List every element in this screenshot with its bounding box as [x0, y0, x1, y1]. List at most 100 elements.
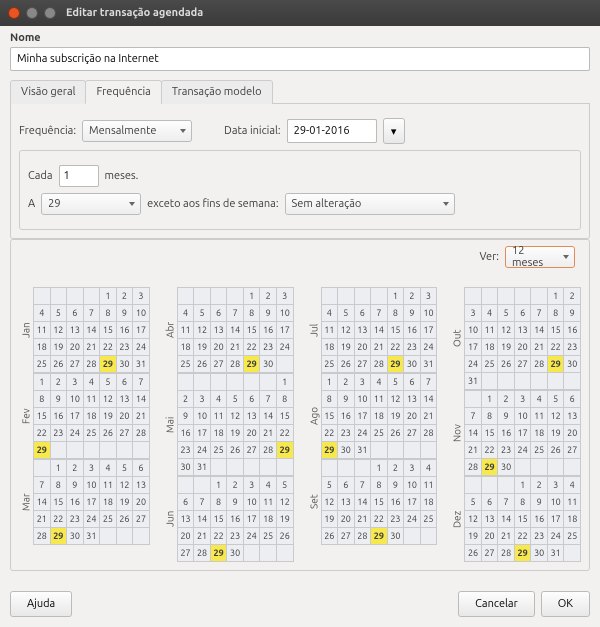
calendar-day — [210, 374, 227, 391]
calendar-day: 19 — [227, 425, 244, 442]
calendar-day: 8 — [210, 494, 227, 511]
calendar-day: 31 — [194, 459, 211, 476]
month-calendar: 1234567891011121314151617181920212223242… — [464, 390, 581, 476]
calendar-day: 20 — [354, 339, 371, 356]
calendar-day: 7 — [371, 305, 388, 322]
calendar-day — [531, 288, 548, 305]
start-date-picker-button[interactable]: ▾ — [383, 118, 405, 144]
calendar-day — [387, 442, 404, 459]
calendar-day: 27 — [354, 356, 371, 373]
calendar-day: 22 — [387, 339, 404, 356]
calendar-day: 17 — [465, 339, 482, 356]
calendar-day: 22 — [371, 511, 388, 528]
calendar-day — [210, 459, 227, 476]
calendar-day: 28 — [465, 459, 482, 476]
on-day-select[interactable]: 29 — [41, 193, 141, 215]
calendar-day — [67, 442, 84, 459]
calendar-day: 29 — [210, 545, 227, 562]
calendar-day: 8 — [371, 477, 388, 494]
calendar-day: 23 — [50, 425, 67, 442]
ok-button[interactable]: OK — [541, 591, 590, 617]
calendar-day: 1 — [34, 374, 51, 391]
calendar-day — [498, 288, 515, 305]
calendar-day: 6 — [564, 391, 581, 408]
maximize-icon[interactable] — [44, 7, 56, 19]
calendar-day: 5 — [547, 391, 564, 408]
month-calendar: 1234567891011121314151617181920212223242… — [464, 476, 581, 562]
calendar-day: 10 — [194, 408, 211, 425]
calendar-day: 28 — [420, 425, 437, 442]
calendar-day: 4 — [177, 305, 194, 322]
calendar-day: 4 — [34, 305, 51, 322]
calendar-day: 13 — [514, 322, 531, 339]
weekend-select[interactable]: Sem alteração — [285, 193, 455, 215]
calendar-day: 5 — [465, 494, 482, 511]
calendar-day: 10 — [276, 305, 293, 322]
calendar-day: 2 — [116, 288, 133, 305]
calendar-day: 6 — [243, 391, 260, 408]
name-input[interactable] — [10, 47, 590, 71]
calendar-day: 25 — [177, 356, 194, 373]
calendar-day: 15 — [321, 408, 338, 425]
calendar-day — [210, 288, 227, 305]
calendar-day: 16 — [387, 494, 404, 511]
calendar-day: 12 — [547, 408, 564, 425]
calendar-day: 19 — [547, 425, 564, 442]
frequency-select[interactable]: Mensalmente — [82, 120, 192, 142]
calendar-day: 26 — [116, 511, 133, 528]
calendar-day: 18 — [210, 425, 227, 442]
calendar-day: 1 — [210, 477, 227, 494]
calendar-day: 4 — [100, 460, 117, 477]
calendar-day: 6 — [177, 494, 194, 511]
calendar-day: 19 — [100, 408, 117, 425]
calendar-day: 6 — [514, 305, 531, 322]
month-calendar: 1234567891011121314151617181920212223242… — [464, 287, 581, 390]
calendar-day: 2 — [177, 391, 194, 408]
help-button[interactable]: Ajuda — [10, 591, 72, 617]
calendar-day: 11 — [34, 322, 51, 339]
calendar-day — [404, 528, 421, 545]
calendar-day: 17 — [276, 322, 293, 339]
calendar-day: 23 — [227, 528, 244, 545]
tab-template[interactable]: Transação modelo — [161, 80, 273, 104]
calendar-day: 25 — [100, 511, 117, 528]
view-select[interactable]: 12 meses — [505, 246, 575, 268]
calendar-day: 25 — [210, 442, 227, 459]
calendar-day: 28 — [83, 356, 100, 373]
month-calendar: 1234567891011121314151617181920212223242… — [321, 373, 438, 459]
calendar-day: 7 — [194, 494, 211, 511]
calendar-day: 15 — [276, 408, 293, 425]
calendar-day: 8 — [547, 305, 564, 322]
calendar-day: 20 — [564, 425, 581, 442]
calendar-day: 21 — [371, 339, 388, 356]
month-label: Jul — [307, 287, 321, 373]
calendar-day: 29 — [34, 442, 51, 459]
calendar-day: 24 — [243, 528, 260, 545]
month-calendar: 1234567891011121314151617181920212223242… — [177, 373, 294, 476]
calendar-day: 8 — [100, 305, 117, 322]
every-value-spin[interactable] — [59, 165, 99, 187]
start-date-input[interactable] — [287, 119, 377, 143]
calendar-day: 29 — [276, 442, 293, 459]
calendar-day: 15 — [547, 322, 564, 339]
calendar-day: 11 — [100, 477, 117, 494]
calendar-day: 12 — [387, 391, 404, 408]
calendar-day: 5 — [387, 374, 404, 391]
calendar-day — [531, 459, 548, 476]
tab-overview[interactable]: Visão geral — [10, 80, 86, 104]
calendar-day — [260, 374, 277, 391]
tab-frequency[interactable]: Frequência — [85, 80, 161, 104]
calendar-day: 5 — [321, 477, 338, 494]
cancel-button[interactable]: Cancelar — [458, 591, 535, 617]
calendar-day: 9 — [67, 477, 84, 494]
calendar-day: 13 — [116, 391, 133, 408]
calendar-day: 6 — [354, 305, 371, 322]
calendar-day — [498, 373, 515, 390]
calendar-day: 18 — [420, 494, 437, 511]
every-pre-label: Cada — [28, 170, 53, 182]
frequency-pane: Frequência: Mensalmente Data inicial: ▾ … — [10, 104, 590, 239]
calendar-day: 30 — [564, 356, 581, 373]
minimize-icon[interactable] — [26, 7, 38, 19]
close-icon[interactable] — [8, 7, 20, 19]
calendar-day: 27 — [67, 356, 84, 373]
